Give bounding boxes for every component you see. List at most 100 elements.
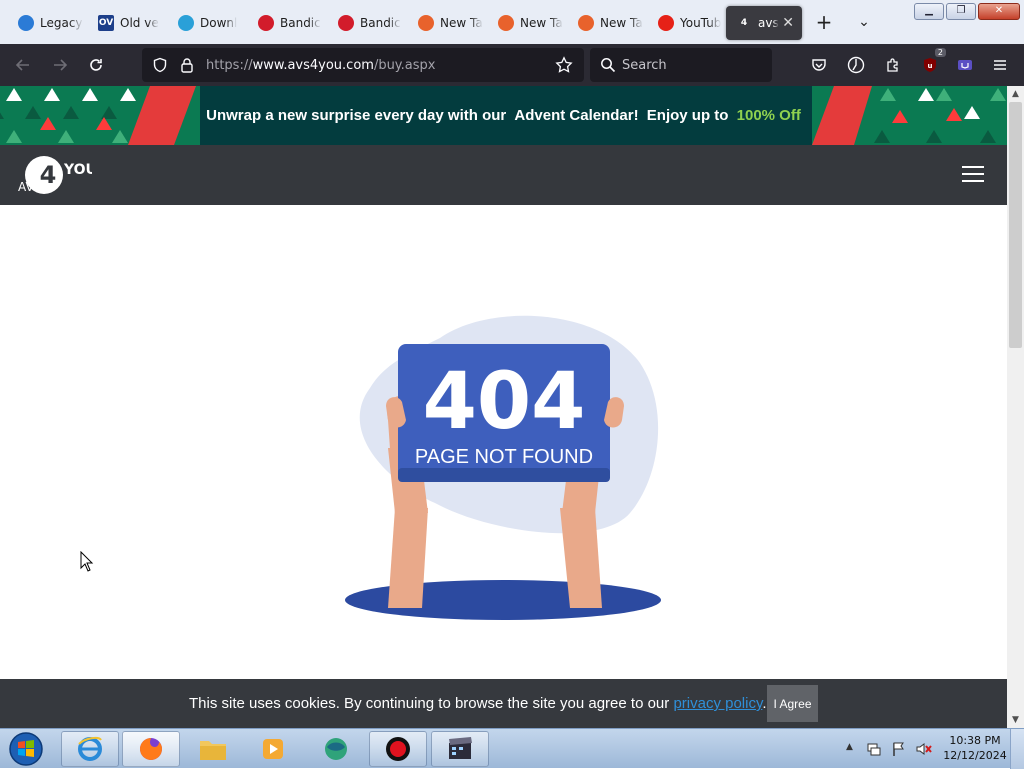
address-bar[interactable]: https://www.avs4you.com/buy.aspx (142, 48, 584, 82)
tab-label: YouTub (680, 16, 722, 30)
error-code: 404 (423, 357, 586, 447)
avs4you-logo[interactable]: 4 YOU AVS (18, 154, 97, 196)
search-bar[interactable]: Search (590, 48, 772, 82)
bandicam-record-icon (386, 737, 410, 761)
close-tab-icon[interactable]: ✕ (782, 15, 794, 31)
system-clock[interactable]: 10:38 PM 12/12/2024 (936, 733, 1014, 763)
reload-icon (90, 59, 102, 71)
taskbar-media-player[interactable] (244, 731, 302, 767)
firefox-icon (498, 15, 514, 31)
taskbar-app-globe[interactable] (307, 731, 365, 767)
url-text[interactable]: https://www.avs4you.com/buy.aspx (206, 58, 435, 73)
hands-holding-sign-illustration: 404 PAGE NOT FOUND (345, 315, 661, 620)
start-button[interactable] (6, 731, 46, 767)
taskbar-bandicam[interactable] (369, 731, 427, 767)
scrollbar-thumb[interactable] (1009, 102, 1022, 348)
firefox-icon (578, 15, 594, 31)
browser-tab[interactable]: YouTub (648, 6, 724, 40)
tab-label: Bandic (280, 16, 321, 30)
windows-orb-icon (9, 732, 43, 766)
taskbar-firefox[interactable] (122, 731, 180, 767)
tab-label: New Ta (440, 16, 483, 30)
pocket-icon (812, 59, 826, 71)
pocket-button[interactable] (807, 53, 831, 77)
cookie-notice: This site uses cookies. By continuing to… (189, 695, 767, 712)
window-controls: ▁ ❐ ✕ (914, 3, 1020, 20)
tab-label: Legacy (40, 16, 83, 30)
internet-explorer-icon (78, 736, 102, 761)
oldversion-icon: OV (98, 15, 114, 31)
bookmark-star-icon[interactable] (555, 56, 573, 74)
privacy-policy-link[interactable]: privacy policy (673, 695, 762, 712)
navigation-toolbar: https://www.avs4you.com/buy.aspx Search … (0, 44, 1024, 86)
folder-icon (200, 741, 226, 760)
browser-tab[interactable]: OV Old ve (88, 6, 164, 40)
show-desktop-button[interactable] (1010, 729, 1024, 769)
firefox-icon (140, 738, 162, 760)
browser-tab[interactable]: Legacy (8, 6, 84, 40)
browser-tab[interactable]: New Ta (568, 6, 644, 40)
sync-account-button[interactable] (844, 53, 868, 77)
volume-muted-icon[interactable] (915, 741, 933, 757)
error-message: PAGE NOT FOUND (415, 446, 593, 468)
minimize-button[interactable]: ▁ (914, 3, 944, 20)
promo-text: Unwrap a new surprise every day with our… (0, 107, 1007, 124)
search-icon (601, 58, 616, 73)
browser-tab[interactable]: New Ta (488, 6, 564, 40)
taskbar-internet-explorer[interactable] (61, 731, 119, 767)
close-window-button[interactable]: ✕ (978, 3, 1020, 20)
action-center-flag-icon[interactable] (891, 741, 907, 757)
ublock-extension-button[interactable]: u 2 (918, 48, 946, 77)
page-viewport: Unwrap a new surprise every day with our… (0, 86, 1007, 728)
advent-promo-banner[interactable]: Unwrap a new surprise every day with our… (0, 86, 1007, 145)
youtube-icon (658, 15, 674, 31)
extensions-button[interactable] (881, 53, 905, 77)
app-menu-button[interactable] (988, 53, 1012, 77)
promo-offer: 100% Off (736, 107, 801, 124)
film-clapper-icon (449, 737, 472, 759)
network-icon[interactable] (866, 741, 882, 757)
lock-icon[interactable] (180, 57, 194, 73)
promo-lead: Unwrap a new surprise every day with our (206, 107, 507, 124)
reload-button[interactable] (84, 53, 108, 77)
scroll-down-arrow-icon[interactable]: ▼ (1007, 712, 1024, 728)
cookie-text: This site uses cookies. By continuing to… (189, 695, 670, 712)
avs4you-icon: 4 (740, 18, 748, 28)
hamburger-menu-icon (994, 60, 1006, 70)
container-extension-button[interactable] (953, 53, 977, 77)
tab-strip: Legacy OV Old ve Downl Bandic Bandic New Ta New… (0, 0, 1024, 44)
error-illustration: 404 PAGE NOT FOUND (340, 308, 670, 628)
taskbar-file-explorer[interactable] (184, 731, 242, 767)
ublock-shield-icon: u (924, 58, 936, 72)
back-button[interactable] (11, 53, 35, 77)
tab-label: Bandic (360, 16, 401, 30)
scroll-up-arrow-icon[interactable]: ▲ (1007, 86, 1024, 102)
back-arrow-icon (15, 59, 29, 71)
globe-icon (18, 15, 34, 31)
forward-button[interactable] (48, 53, 72, 77)
browser-tab[interactable]: Downl (168, 6, 244, 40)
browser-tab[interactable]: New Ta (408, 6, 484, 40)
tab-label: New Ta (600, 16, 643, 30)
i-agree-button[interactable]: I Agree (767, 685, 818, 722)
list-tabs-button[interactable]: ⌄ (852, 10, 876, 34)
maximize-button[interactable]: ❐ (946, 3, 976, 20)
download-icon (178, 15, 194, 31)
media-player-icon (263, 739, 283, 759)
browser-tab[interactable]: 4 avs ✕ (726, 6, 802, 40)
site-menu-button[interactable] (962, 166, 984, 184)
browser-tab[interactable]: Bandic (328, 6, 404, 40)
tab-label: New Ta (520, 16, 563, 30)
clock-date: 12/12/2024 (943, 749, 1007, 762)
avs4you-logo-mark: 4 YOU AVS (18, 156, 97, 194)
promo-highlight: Advent Calendar! (514, 107, 639, 124)
tray-expand-icon[interactable]: ▲ (846, 742, 853, 752)
tab-label: Old ve (120, 16, 159, 30)
browser-tab[interactable]: Bandic (248, 6, 324, 40)
cookie-consent-bar: This site uses cookies. By continuing to… (0, 679, 1007, 728)
extension-badge: 2 (934, 48, 946, 57)
taskbar-video-editor[interactable] (431, 731, 489, 767)
tracking-shield-icon[interactable] (152, 57, 168, 73)
clock-time: 10:38 PM (949, 734, 1001, 747)
new-tab-button[interactable]: + (812, 10, 836, 34)
